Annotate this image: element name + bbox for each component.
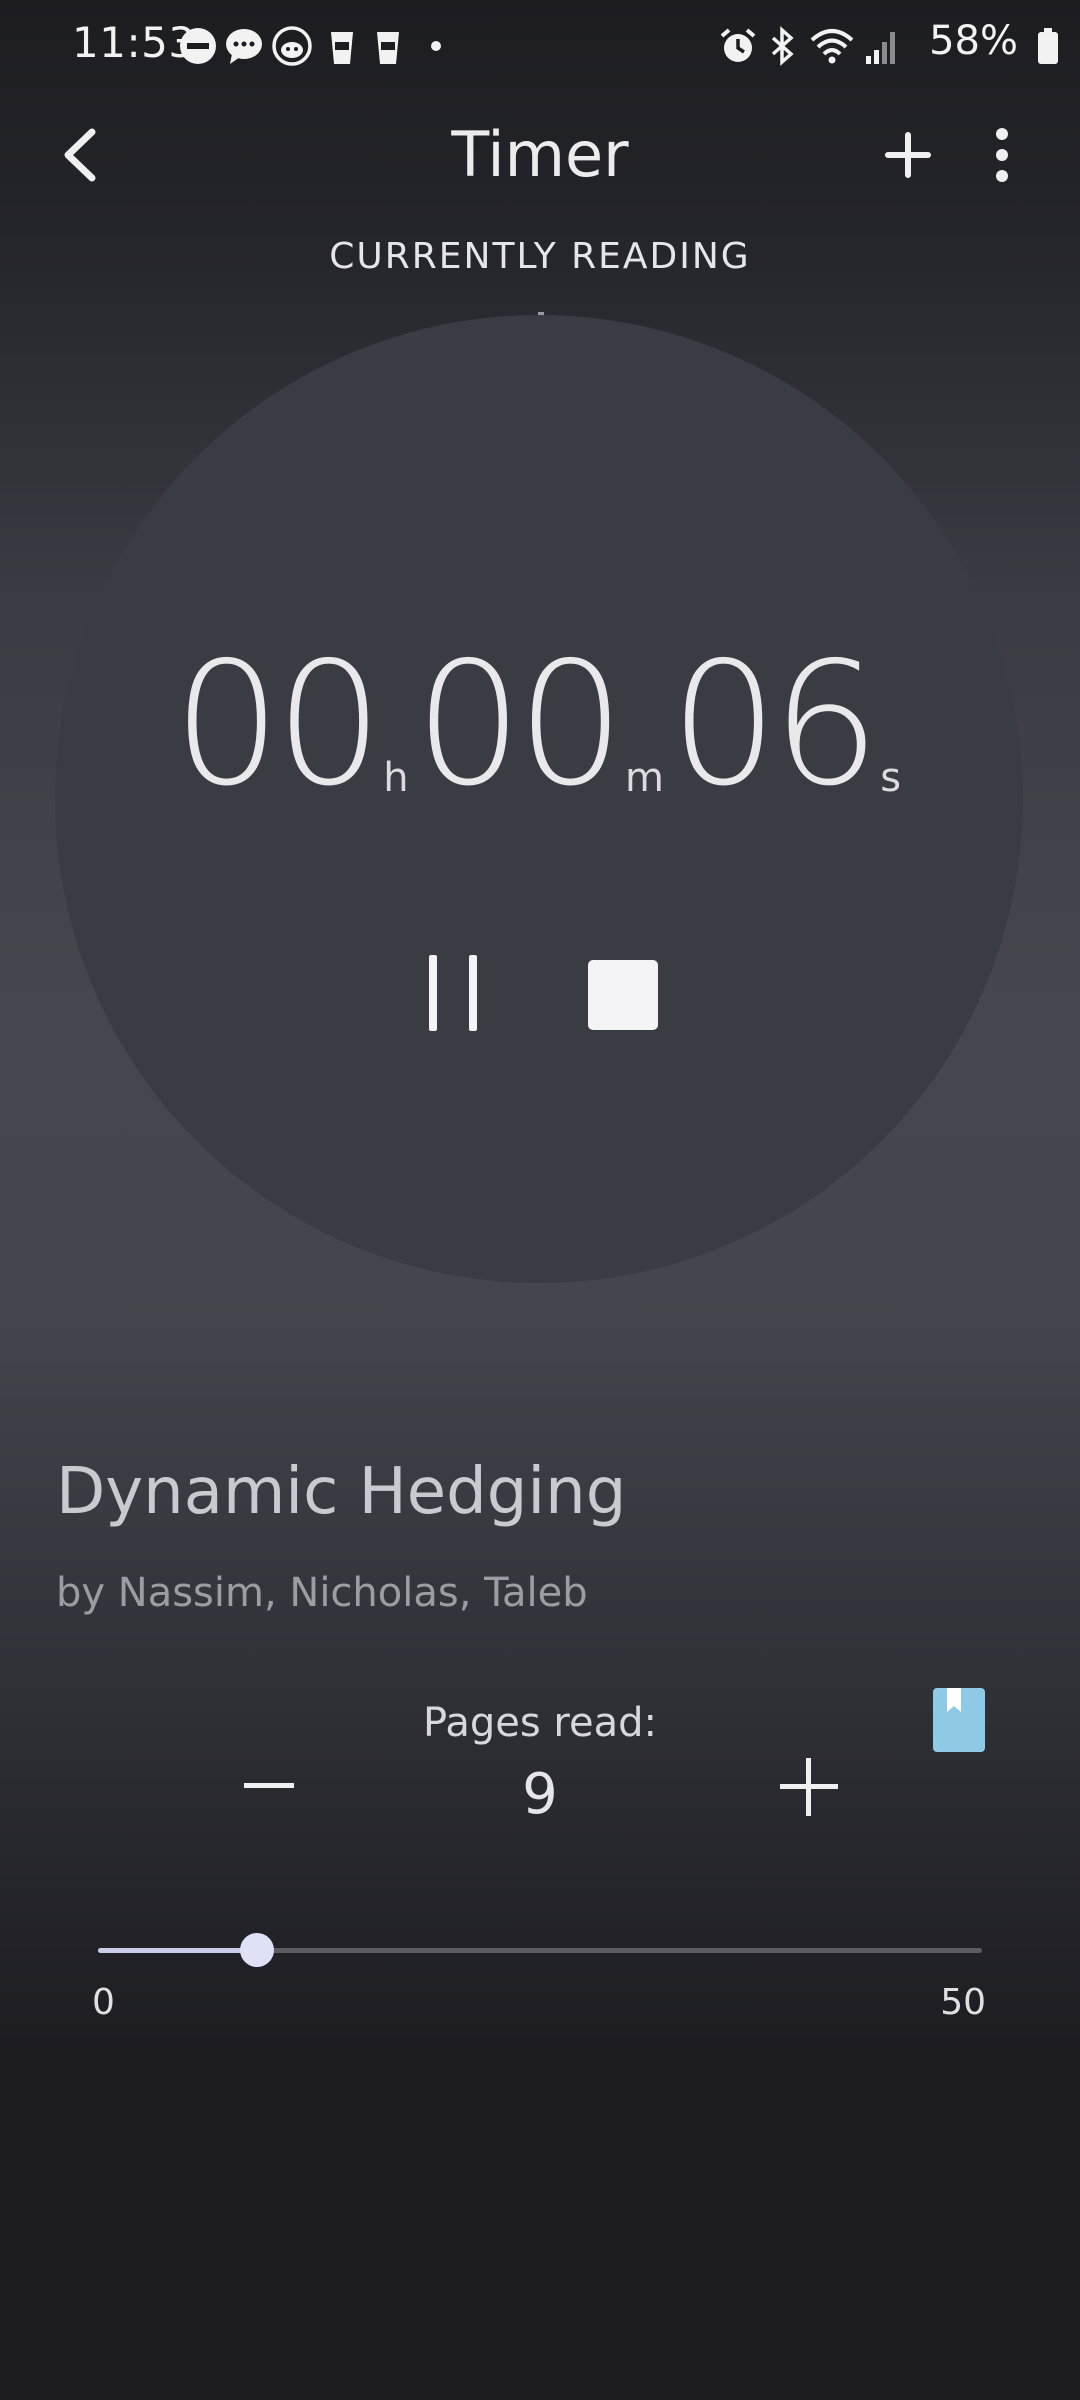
timer-minutes: 00 [414,626,625,824]
signal-icon [866,32,895,64]
stop-button[interactable] [588,960,658,1030]
wifi-icon [810,29,854,64]
pause-icon [429,955,437,1031]
pause-button[interactable] [425,955,485,1031]
plus-icon [806,1758,811,1816]
status-time: 11:53 [72,18,196,67]
timer-display: 00 h 00 m 06 s [0,640,1080,810]
book-title: Dynamic Hedging [56,1455,627,1529]
slider-fill [98,1948,258,1953]
decrement-pages-button[interactable] [244,1770,294,1800]
slider-min-label: 0 [92,1982,115,2023]
battery-icon [1038,28,1058,64]
status-bar: 11:53 58% [0,0,1080,90]
timer-seconds-unit: s [880,755,902,801]
pages-slider[interactable] [98,1933,982,1967]
minus-icon [244,1783,294,1788]
more-options-icon[interactable] [972,122,1032,188]
pause-icon [469,955,477,1031]
book-author: by Nassim, Nicholas, Taleb [56,1570,588,1616]
battery-percentage: 58% [929,18,1018,64]
more-dot-icon [431,41,441,51]
increment-pages-button[interactable] [780,1758,838,1816]
do-not-disturb-icon [180,28,216,64]
slider-thumb[interactable] [240,1933,275,1967]
add-button[interactable] [878,122,938,188]
reddit-icon [272,26,312,66]
pages-read-label: Pages read: [423,1700,657,1746]
alarm-icon [720,28,756,62]
pages-read-value: 9 [522,1762,558,1827]
coffee-cup-icon [331,32,353,64]
timer-hours: 00 [172,626,383,824]
messages-icon [226,29,262,64]
timer-hours-unit: h [383,755,409,801]
bluetooth-icon [771,26,794,66]
timer-minutes-unit: m [624,755,664,801]
currently-reading-label: CURRENTLY READING [329,236,751,277]
slider-max-label: 50 [940,1982,986,2023]
bookmark-icon[interactable] [933,1688,985,1752]
coffee-cup-icon [377,32,399,64]
timer-seconds: 06 [669,626,880,824]
